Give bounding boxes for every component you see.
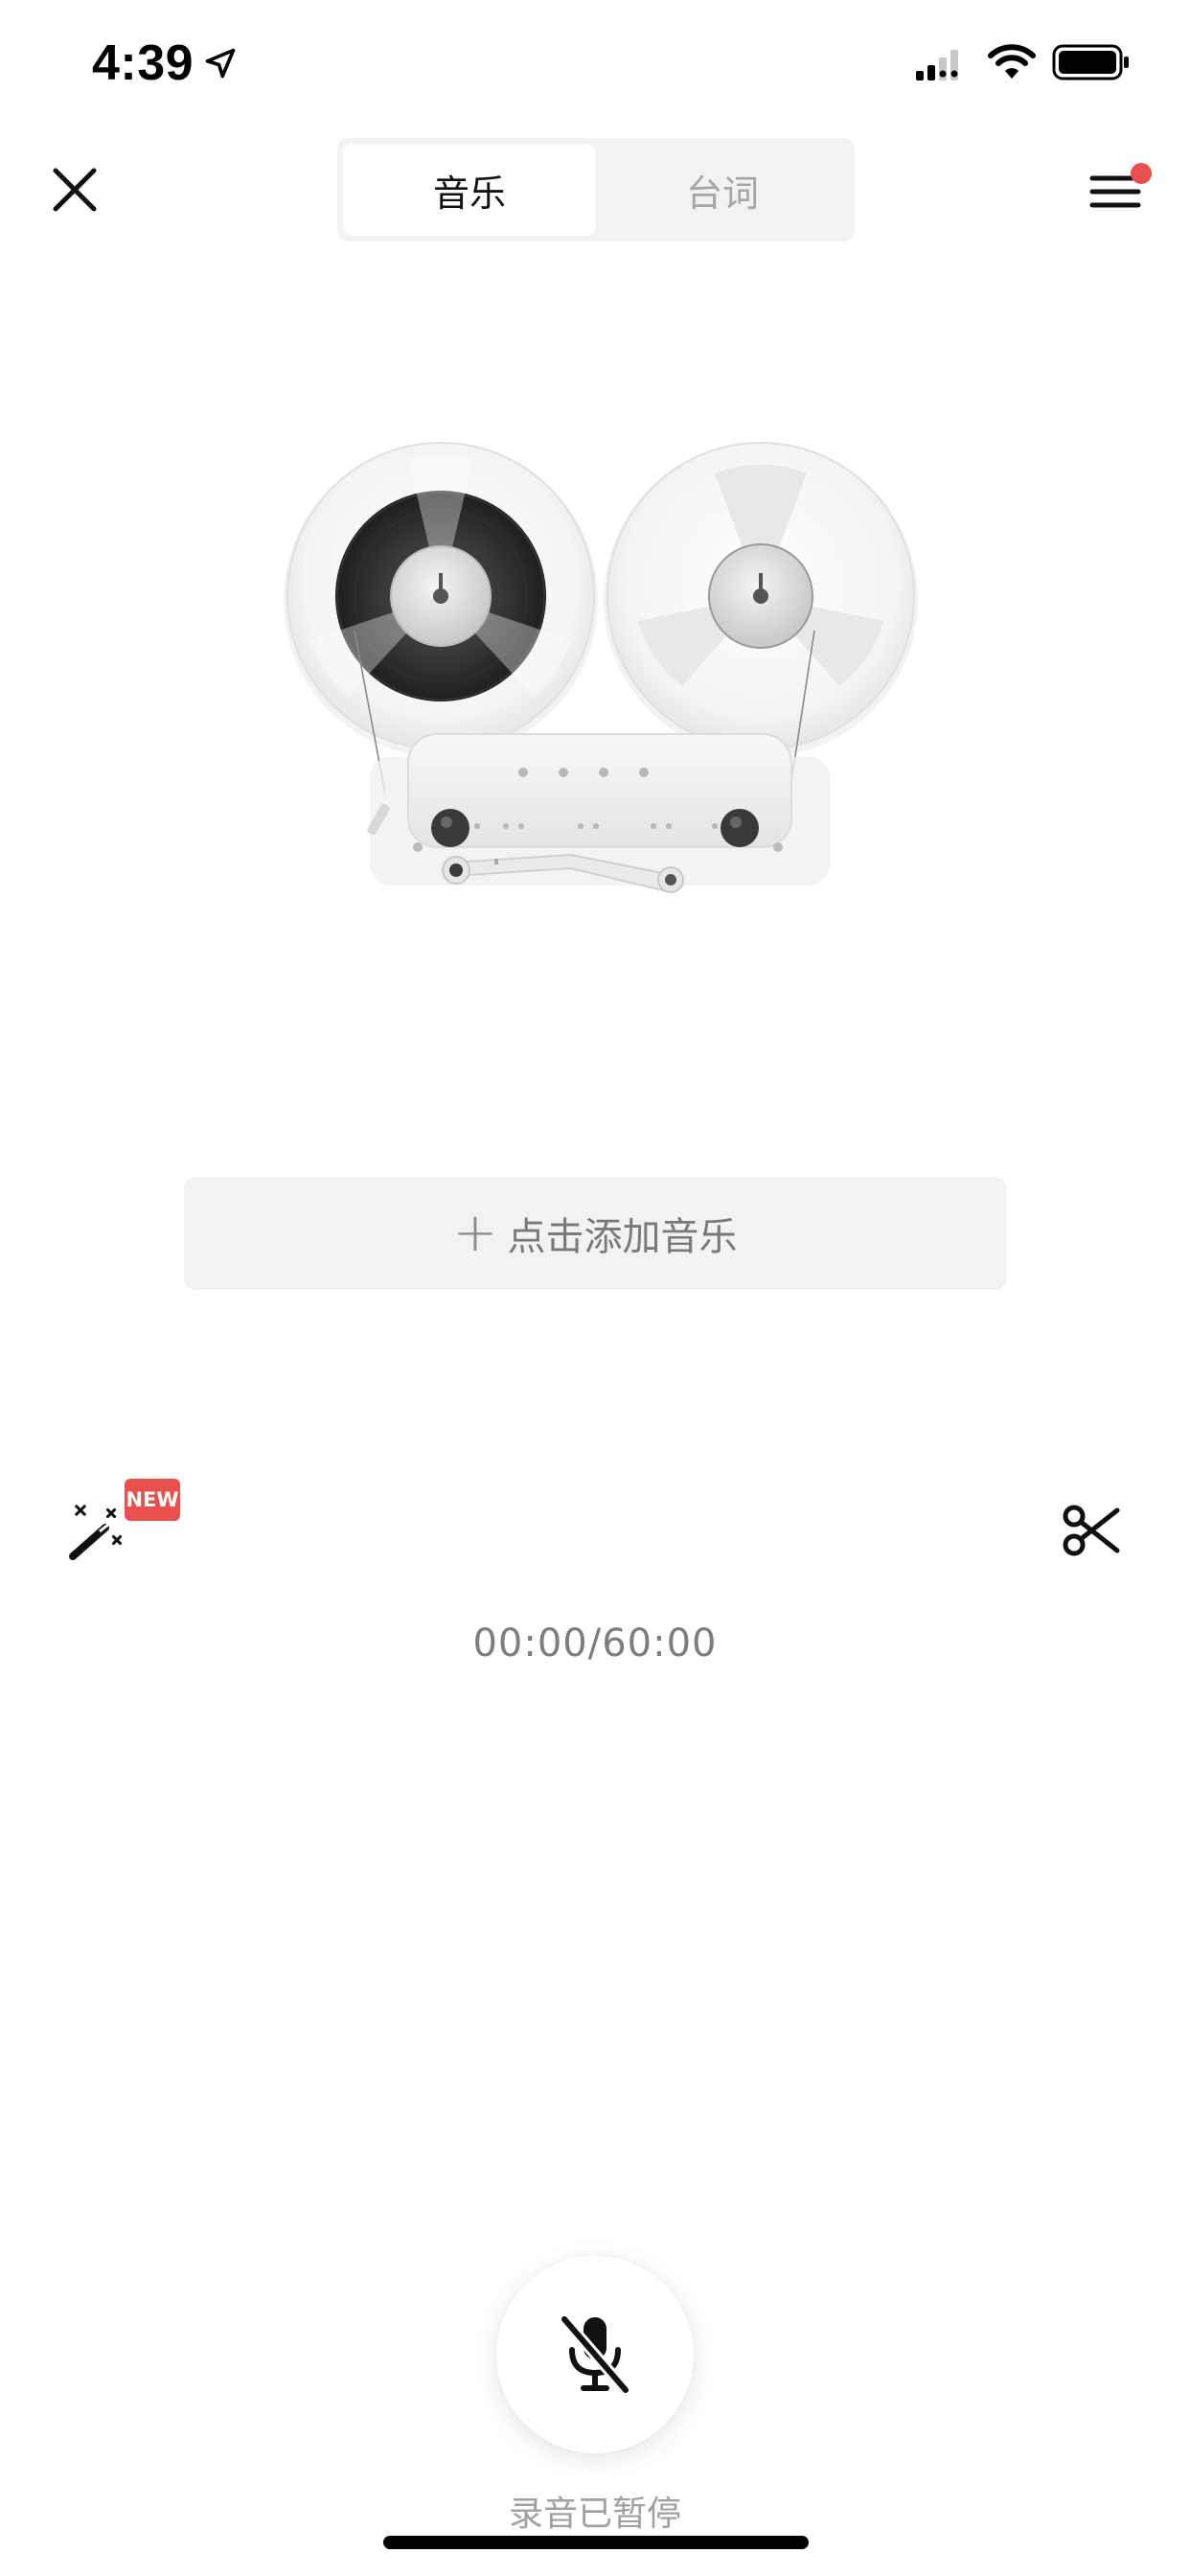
scissors-icon[interactable] bbox=[1062, 1501, 1121, 1560]
status-bar: 4:39 bbox=[0, 0, 1190, 134]
tab-music[interactable]: 音乐 bbox=[343, 144, 596, 236]
tape-recorder-illustration bbox=[284, 442, 918, 893]
add-music-label: 点击添加音乐 bbox=[507, 1215, 738, 1259]
close-icon[interactable] bbox=[50, 165, 100, 215]
microphone-muted-icon bbox=[559, 2313, 631, 2396]
location-arrow-icon bbox=[205, 48, 236, 79]
battery-icon bbox=[1052, 44, 1129, 80]
notification-dot bbox=[1131, 163, 1152, 184]
mode-segmented-control: 音乐 台词 bbox=[337, 138, 855, 242]
right-reel bbox=[604, 442, 918, 757]
status-time: 4:39 bbox=[92, 35, 195, 91]
tape-deck bbox=[367, 733, 830, 893]
wifi-icon bbox=[988, 44, 1036, 79]
cellular-signal-icon bbox=[916, 50, 958, 80]
recording-timer: 00:00/60:00 bbox=[472, 1622, 718, 1666]
tab-lines[interactable]: 台词 bbox=[596, 144, 849, 236]
record-button[interactable] bbox=[496, 2256, 694, 2453]
plus-icon: + bbox=[452, 1202, 498, 1264]
voiceover-screen: 4:39 音乐 台词 + 点击添加音乐 NEW 00:00/60:00 录音已暂… bbox=[0, 0, 1190, 2576]
magic-wand-icon[interactable] bbox=[67, 1495, 128, 1562]
home-indicator bbox=[383, 2536, 809, 2549]
add-music-button[interactable]: + 点击添加音乐 bbox=[184, 1177, 1006, 1290]
left-reel bbox=[284, 442, 598, 757]
new-badge: NEW bbox=[125, 1479, 180, 1521]
record-status-label: 录音已暂停 bbox=[508, 2495, 681, 2534]
